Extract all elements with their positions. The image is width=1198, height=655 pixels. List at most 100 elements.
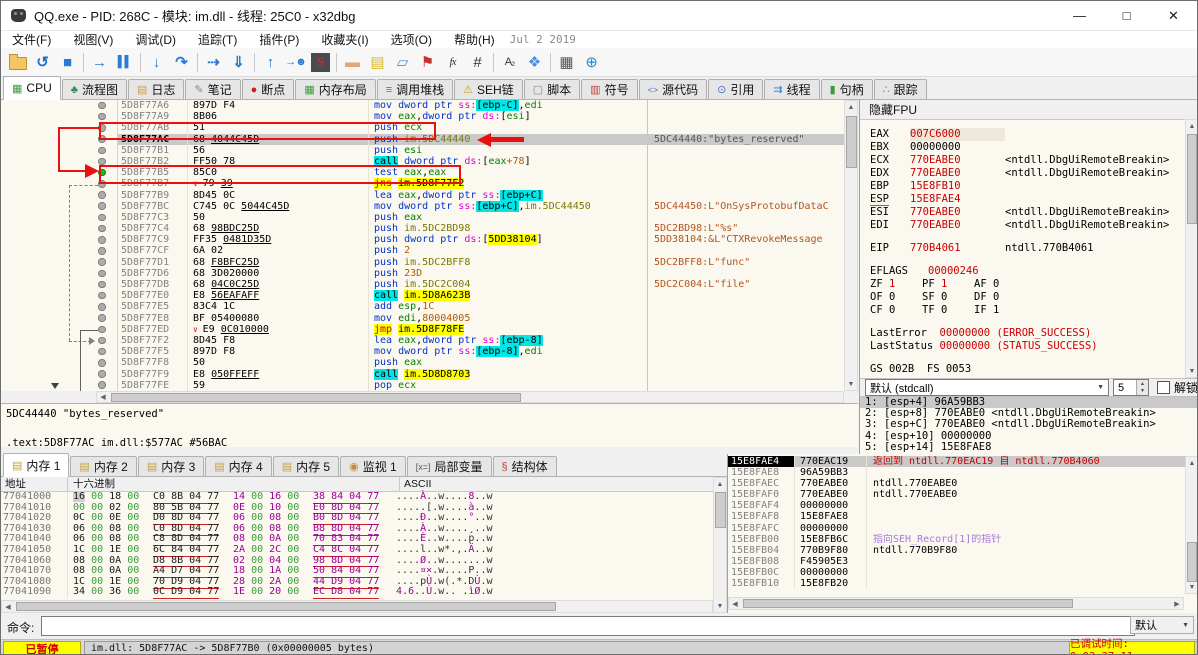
trace-over-icon[interactable]: ⇓ [226, 51, 251, 74]
breakpoint-dot[interactable] [98, 247, 106, 255]
breakpoint-dot[interactable] [98, 101, 106, 110]
breakpoint-dot[interactable] [98, 112, 106, 121]
scroll-up-arrow-icon[interactable]: ▲ [714, 478, 726, 490]
scroll-thumb[interactable] [1187, 542, 1197, 582]
breakpoint-dot[interactable] [98, 325, 106, 334]
dump-hscrollbar[interactable]: ◀ [1, 600, 713, 613]
disasm-row[interactable]: 5D8F77D6 68 3D020000 push 23D [1, 267, 844, 279]
run-to-user-code-icon[interactable]: →☻ [283, 51, 308, 74]
open-file-icon[interactable] [5, 51, 30, 74]
breakpoint-dot[interactable] [98, 381, 106, 389]
trace-into-icon[interactable]: ⇢ [201, 51, 226, 74]
breakpoint-dot[interactable] [98, 180, 106, 188]
breakpoint-dot[interactable] [98, 258, 106, 266]
disasm-row[interactable]: 5D8F77F2 8D45 F8 lea eax,dword ptr ss:[ebp… [1, 334, 844, 347]
tab-log[interactable]: ▤ 日志 [127, 79, 185, 99]
stack-row[interactable]: 15E8FAFC 00000000 [728, 522, 1197, 534]
disassembly-hscrollbar[interactable]: ◀ [96, 391, 844, 403]
scroll-thumb[interactable] [846, 116, 857, 168]
scroll-left-arrow-icon[interactable]: ◀ [97, 391, 109, 403]
scroll-down-arrow-icon[interactable]: ▼ [714, 600, 726, 612]
stack-row[interactable]: 15E8FB08 F45905E3 [728, 555, 1197, 567]
menu-item[interactable]: 帮助(H) [443, 31, 506, 48]
menu-item[interactable]: 插件(P) [248, 31, 310, 48]
tab-notes[interactable]: ✎ 笔记 [185, 79, 241, 99]
patch-icon[interactable]: ▬ [340, 51, 365, 74]
scroll-thumb[interactable] [715, 492, 726, 528]
scroll-up-arrow-icon[interactable]: ▲ [845, 101, 857, 113]
hash-icon[interactable]: # [465, 51, 490, 74]
tab-handles[interactable]: ▮ 句柄 [820, 79, 873, 99]
disasm-row[interactable]: 5D8F77B7 ∨ 79 39 jns im.5D8F77F2 [1, 178, 844, 190]
breakpoint-dot[interactable] [98, 303, 106, 311]
breakpoint-dot[interactable] [98, 370, 106, 378]
stack-vscrollbar[interactable]: ▲ ▼ [1185, 456, 1197, 594]
command-profile-select[interactable]: 默认 ▼ [1130, 616, 1194, 634]
disasm-row[interactable]: 5D8F77BC C745 0C 5044C45D mov dword ptr ss… [1, 200, 844, 212]
tab-struct[interactable]: § 结构体 [492, 456, 557, 476]
scroll-right-arrow-icon[interactable]: ▶ [1171, 598, 1183, 610]
disasm-row[interactable]: 5D8F77B2 FF50 78 call dword ptr ds:[eax+78… [1, 155, 844, 168]
tab-locals[interactable]: [x=] 局部变量 [406, 456, 492, 476]
breakpoint-dot[interactable] [98, 213, 106, 222]
scroll-left-arrow-icon[interactable]: ◀ [729, 598, 741, 610]
disassembly-vscrollbar[interactable]: ▲ ▼ [844, 100, 858, 391]
registers-vscrollbar[interactable]: ▲ ▼ [1185, 119, 1197, 378]
scroll-thumb[interactable] [16, 602, 556, 611]
registers-pane[interactable]: 隐藏FPU EAX 007C6000 EBX 00000000 ECX 770EABE0 <… [859, 100, 1197, 378]
breakpoint-dot[interactable] [98, 336, 106, 345]
attach-icon[interactable]: ❖ [522, 51, 547, 74]
breakpoint-dot[interactable] [98, 347, 106, 356]
tab-source[interactable]: <> 源代码 [638, 79, 708, 99]
tab-trace[interactable]: ∴ 跟踪 [873, 79, 927, 99]
tab-breakpoints[interactable]: ● 断点 [241, 79, 295, 99]
menu-item[interactable]: 追踪(T) [187, 31, 248, 48]
disasm-row[interactable]: 5D8F77DB 68 04C0C25D push im.5DC2C004 5DC2C… [1, 279, 844, 291]
tab-memory-map[interactable]: ▦ 内存布局 [295, 79, 376, 99]
tab-threads[interactable]: ⇉ 线程 [764, 79, 820, 99]
breakpoint-dot[interactable] [98, 191, 106, 199]
disasm-row[interactable]: 5D8F77E5 83C4 1C add esp,1C [1, 301, 844, 313]
menu-item[interactable]: 视图(V) [62, 31, 124, 48]
maximize-button[interactable]: □ [1103, 1, 1150, 30]
scroll-up-arrow-icon[interactable]: ▲ [1186, 457, 1197, 469]
stepper-up-icon[interactable]: ▲ [1140, 381, 1145, 387]
menu-item[interactable]: 选项(O) [380, 31, 443, 48]
title-bar[interactable]: QQ.exe - PID: 268C - 模块: im.dll - 线程: 25… [1, 1, 1197, 31]
disasm-row[interactable]: 5D8F77AC 68 4044C45D push im.5DC44440 5DC44… [1, 133, 844, 145]
calling-convention-select[interactable]: 默认 (stdcall) ▼ [865, 379, 1109, 396]
stack-hscrollbar[interactable]: ◀ ▶ [728, 597, 1184, 610]
scroll-down-arrow-icon[interactable]: ▼ [1186, 365, 1197, 377]
disasm-row[interactable]: 5D8F77C4 68 98BDC25D push im.5DC2BD98 5DC2B… [1, 223, 844, 235]
disasm-row[interactable]: 5D8F77AB 51 push ecx [1, 122, 844, 134]
stack-row[interactable]: 15E8FAE8 96A59BB3 [728, 467, 1197, 479]
tab-references[interactable]: ⊙ 引用 [708, 79, 764, 99]
call-arguments-pane[interactable]: 1: [esp+4] 96A59BB3 2: [esp+8] 770EABE0 <… [859, 397, 1197, 454]
disassembly-pane[interactable]: 5D8F77A6 897D F4 mov dword ptr ss:[ebp-C],… [1, 100, 844, 391]
functions-icon[interactable]: fx [440, 51, 465, 74]
tab-cpu[interactable]: ▦ CPU [3, 76, 61, 100]
breakpoint-dot[interactable] [98, 124, 106, 132]
disasm-row[interactable]: 5D8F77B9 8D45 0C lea eax,dword ptr ss:[ebp… [1, 189, 844, 201]
strings-icon[interactable]: A₂ [497, 51, 522, 74]
call-argument-row[interactable]: 5: [esp+14] 15E8FAE8 [860, 441, 1197, 453]
tab-watch-1[interactable]: ◉ 监视 1 [340, 456, 406, 476]
seh-s-icon[interactable]: S [308, 51, 333, 74]
scroll-thumb[interactable] [1187, 134, 1197, 224]
stepper-down-icon[interactable]: ▼ [1140, 388, 1145, 394]
disasm-row[interactable]: 5D8F77C9 FF35 0481D35D push dword ptr ds:[… [1, 234, 844, 246]
breakpoint-dot[interactable] [98, 224, 106, 233]
disasm-row[interactable]: 5D8F77F5 897D F8 mov dword ptr ss:[ebp-8],… [1, 346, 844, 358]
disasm-row[interactable]: 5D8F77F9 E8 050FFEFF call im.5D8D8703 [1, 368, 844, 380]
memory-dump-pane[interactable]: 地址 十六进制 ASCII 77041000 16 00 18 00 C0 8B 0… [1, 477, 727, 613]
comments-icon[interactable]: ▤ [365, 51, 390, 74]
stack-row[interactable]: 15E8FAF8 15E8FAE8 [728, 511, 1197, 523]
scroll-down-arrow-icon[interactable]: ▼ [1186, 581, 1197, 593]
stack-row[interactable]: 15E8FAF0 770EABE0 ntdll.770EABE0 [728, 489, 1197, 501]
stack-pane[interactable]: 15E8FAE4 770EAC19 返回到 ntdll.770EAC19 自 ntd… [727, 454, 1197, 613]
stop-icon[interactable]: ■ [55, 51, 80, 74]
step-over-icon[interactable]: ↷ [169, 51, 194, 74]
breakpoint-dot[interactable] [98, 146, 106, 155]
menu-item[interactable]: 收藏夹(I) [310, 31, 379, 48]
tab-call-stack[interactable]: ≡ 调用堆栈 [376, 79, 454, 99]
